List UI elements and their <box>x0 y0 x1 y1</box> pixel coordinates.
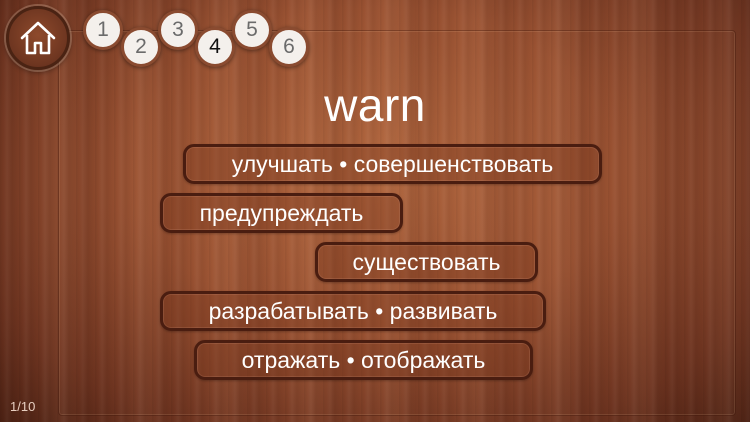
answer-label: предупреждать <box>199 199 364 226</box>
answer-label: существовать <box>352 248 501 275</box>
level-button-6[interactable]: 6 <box>269 27 309 67</box>
level-label: 3 <box>172 18 184 41</box>
home-button[interactable] <box>6 6 70 70</box>
progress-counter: 1/10 <box>10 399 36 414</box>
answer-option-3[interactable]: существовать <box>315 242 538 282</box>
level-button-2[interactable]: 2 <box>121 27 161 67</box>
level-button-5[interactable]: 5 <box>232 10 272 50</box>
answer-option-4[interactable]: разрабатывать • развивать <box>160 291 546 331</box>
level-label: 6 <box>283 35 295 58</box>
level-label: 5 <box>246 18 258 41</box>
level-button-3[interactable]: 3 <box>158 10 198 50</box>
level-label: 1 <box>97 18 109 41</box>
answer-option-1[interactable]: улучшать • совершенствовать <box>183 144 602 184</box>
level-button-1[interactable]: 1 <box>83 10 123 50</box>
level-label: 4 <box>209 35 221 58</box>
quiz-word: warn <box>324 79 426 131</box>
answer-label: отражать • отображать <box>241 346 486 373</box>
level-label: 2 <box>135 35 147 58</box>
answer-label: разрабатывать • развивать <box>208 297 498 324</box>
home-icon <box>20 21 56 55</box>
answer-option-2[interactable]: предупреждать <box>160 193 403 233</box>
answer-option-5[interactable]: отражать • отображать <box>194 340 533 380</box>
level-button-4[interactable]: 4 <box>195 27 235 67</box>
answer-label: улучшать • совершенствовать <box>231 150 554 177</box>
